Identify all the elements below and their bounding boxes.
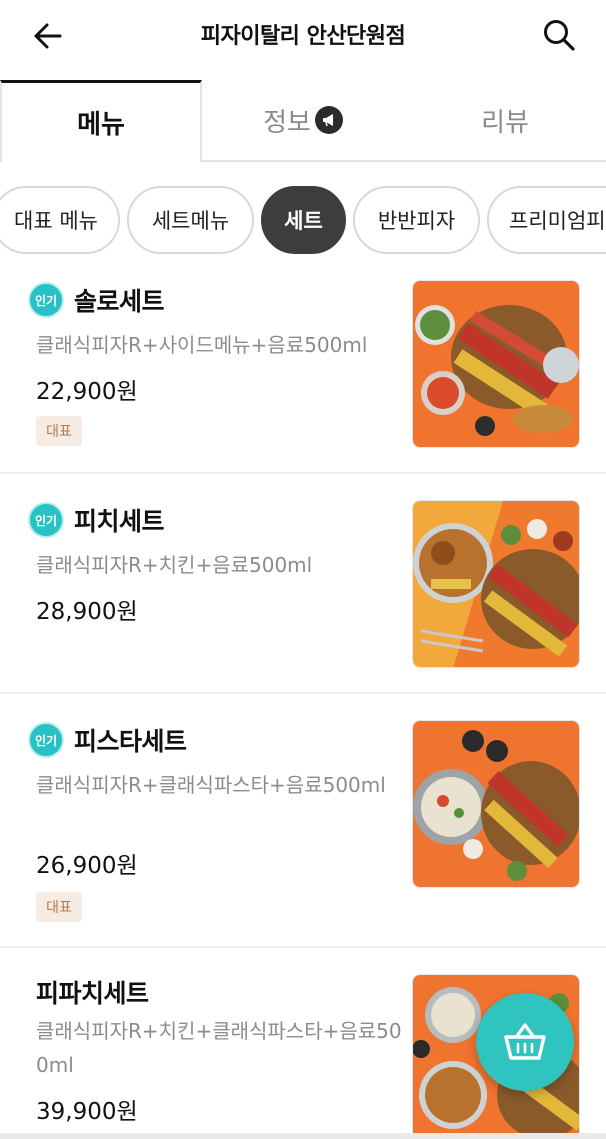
item-description: 클래식피자R+사이드메뉴+음료500ml: [36, 333, 368, 357]
item-description: 클래식피자R+치킨+클래식파스타+음료500ml: [36, 1019, 402, 1077]
item-title-row: 인기 피스타세트: [28, 722, 187, 758]
page-title: 피자이탈리 안산단원점: [200, 24, 406, 49]
item-price: 39,900원: [36, 1099, 138, 1125]
item-price: 28,900원: [36, 599, 138, 625]
chip-set-menu[interactable]: 세트메뉴: [127, 186, 254, 254]
item-title-row: 피파치세트: [36, 974, 149, 1010]
chip-label: 세트메뉴: [151, 209, 230, 233]
tab-label: 정보: [263, 107, 311, 138]
store-tabs: 메뉴 정보 리뷰: [0, 80, 606, 162]
chip-label: 프리미엄피: [509, 209, 606, 233]
search-icon: [544, 20, 575, 51]
search-button[interactable]: [538, 14, 580, 56]
menu-item-peach-set[interactable]: 인기 피치세트 클래식피자R+치킨+음료500ml 28,900원: [0, 474, 606, 694]
item-photo: [412, 280, 580, 448]
chip-premium-pizza[interactable]: 프리미엄피: [487, 186, 606, 254]
tab-reviews[interactable]: 리뷰: [404, 80, 606, 160]
popular-badge: 인기: [28, 282, 64, 318]
item-title-row: 인기 피치세트: [28, 502, 165, 538]
menu-item-solo-set[interactable]: 인기 솔로세트 클래식피자R+사이드메뉴+음료500ml 22,900원 대표: [0, 262, 606, 474]
item-name: 피파치세트: [36, 979, 149, 1008]
item-price: 26,900원: [36, 853, 138, 879]
item-description: 클래식피자R+치킨+음료500ml: [36, 553, 313, 577]
chip-representative-menu[interactable]: 대표 메뉴: [0, 186, 120, 254]
top-app-bar: 피자이탈리 안산단원점: [0, 0, 606, 70]
item-name: 피치세트: [74, 507, 165, 536]
item-description: 클래식피자R+클래식파스타+음료500ml: [36, 773, 386, 797]
tab-info[interactable]: 정보: [202, 80, 404, 160]
category-chips: 대표 메뉴 세트메뉴 세트 반반피자 프리미엄피: [0, 186, 606, 256]
megaphone-icon: [314, 106, 343, 134]
representative-tag: 대표: [36, 892, 82, 922]
chip-label: 대표 메뉴: [14, 209, 98, 233]
bottom-divider: [0, 1133, 606, 1139]
tab-menu[interactable]: 메뉴: [0, 80, 202, 162]
item-photo: [412, 500, 580, 668]
chip-half-half-pizza[interactable]: 반반피자: [353, 186, 480, 254]
basket-icon: [504, 1023, 546, 1060]
cart-button[interactable]: [476, 993, 574, 1091]
chip-label: 세트: [284, 209, 323, 233]
representative-tag: 대표: [36, 416, 82, 446]
item-name: 솔로세트: [74, 287, 165, 316]
popular-badge: 인기: [28, 502, 64, 538]
chip-set[interactable]: 세트: [261, 186, 346, 254]
tab-label: 메뉴: [77, 110, 125, 140]
chip-label: 반반피자: [377, 209, 456, 233]
item-name: 피스타세트: [74, 727, 187, 756]
menu-item-pista-set[interactable]: 인기 피스타세트 클래식피자R+클래식파스타+음료500ml 26,900원 대…: [0, 694, 606, 948]
item-price: 22,900원: [36, 379, 138, 405]
popular-badge: 인기: [28, 722, 64, 758]
tab-label: 리뷰: [481, 107, 529, 138]
item-photo: [412, 720, 580, 888]
item-title-row: 인기 솔로세트: [28, 282, 165, 318]
